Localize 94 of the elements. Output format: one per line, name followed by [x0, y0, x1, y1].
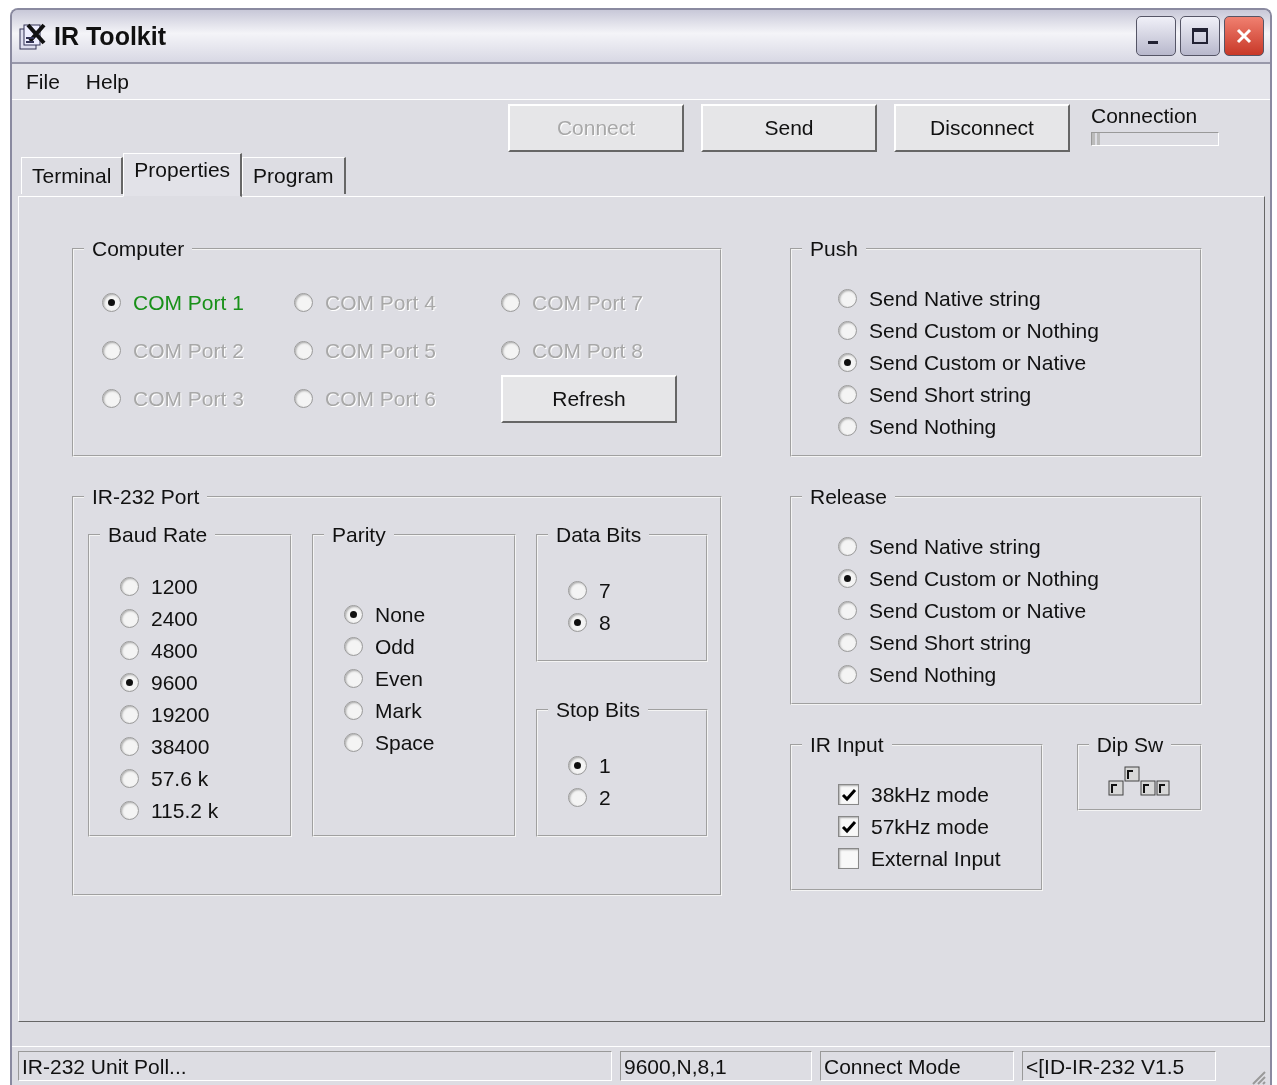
- group-title: Computer: [91, 236, 186, 261]
- tab[interactable]: Properties: [123, 152, 243, 197]
- radio-option[interactable]: 9600: [120, 666, 290, 699]
- radio-option[interactable]: Send Custom or Nothing: [838, 314, 1200, 347]
- radio-option[interactable]: Send Custom or Native: [838, 346, 1200, 379]
- group-title: Release: [809, 484, 889, 509]
- tab[interactable]: Program: [242, 156, 346, 194]
- menu-item[interactable]: Help: [83, 67, 132, 96]
- group-title: IR-232 Port: [91, 484, 201, 509]
- menu-item[interactable]: File: [24, 67, 62, 96]
- radio-icon[interactable]: [838, 321, 857, 341]
- radio-icon[interactable]: [838, 353, 857, 373]
- radio-icon[interactable]: [838, 417, 857, 437]
- maximize-icon: [1191, 27, 1209, 46]
- radio-icon[interactable]: [838, 537, 857, 557]
- radio-option[interactable]: 19200: [120, 698, 290, 731]
- status-panel: Connect Mode: [820, 1050, 1014, 1081]
- close-icon: [1235, 27, 1253, 46]
- checkbox-option[interactable]: 38kHz mode: [838, 778, 1041, 811]
- toolbar-button[interactable]: Send: [701, 103, 877, 152]
- check-icon: [840, 818, 857, 835]
- radio-option[interactable]: Odd: [344, 630, 514, 663]
- checkbox[interactable]: [838, 816, 859, 838]
- radio-icon[interactable]: [344, 605, 363, 625]
- radio-icon[interactable]: [838, 665, 857, 685]
- radio-option[interactable]: 115.2 k: [120, 794, 290, 827]
- status-panel: <[ID-IR-232 V1.5: [1022, 1050, 1216, 1081]
- radio-icon[interactable]: [120, 577, 139, 597]
- checkbox[interactable]: [838, 784, 859, 806]
- status-panel: IR-232 Unit Poll...: [18, 1050, 612, 1081]
- radio-icon[interactable]: [120, 801, 139, 821]
- minimize-button[interactable]: [1136, 16, 1176, 57]
- radio-option[interactable]: 2: [568, 781, 706, 814]
- radio-icon[interactable]: [344, 637, 363, 657]
- maximize-button[interactable]: [1180, 16, 1220, 57]
- radio-option[interactable]: 2400: [120, 602, 290, 635]
- group-title: Stop Bits: [555, 697, 642, 722]
- radio-icon[interactable]: [568, 613, 587, 633]
- radio-option[interactable]: Send Nothing: [838, 658, 1200, 691]
- checkbox[interactable]: [838, 848, 859, 870]
- connection-label: Connection: [1091, 103, 1199, 128]
- radio-icon[interactable]: [838, 633, 857, 653]
- status-panel: 9600,N,8,1: [620, 1050, 812, 1081]
- radio-icon[interactable]: [344, 669, 363, 689]
- app-icon: [18, 21, 48, 52]
- radio-icon[interactable]: [568, 788, 587, 808]
- checkbox-option[interactable]: 57kHz mode: [838, 810, 1041, 843]
- radio-option[interactable]: Send Native string: [838, 530, 1200, 563]
- radio-icon[interactable]: [838, 385, 857, 405]
- radio-option[interactable]: Send Short string: [838, 378, 1200, 411]
- radio-option[interactable]: 57.6 k: [120, 762, 290, 795]
- radio-option[interactable]: Send Nothing: [838, 410, 1200, 443]
- radio-icon[interactable]: [568, 581, 587, 601]
- group-title: Parity: [331, 522, 387, 547]
- group-title: Baud Rate: [107, 522, 209, 547]
- group-title: Push: [809, 236, 859, 261]
- radio-option[interactable]: Even: [344, 662, 514, 695]
- radio-option[interactable]: Send Native string: [838, 282, 1200, 315]
- checkbox-option[interactable]: External Input: [838, 842, 1041, 875]
- radio-option[interactable]: Send Custom or Nothing: [838, 562, 1200, 595]
- radio-icon[interactable]: [838, 289, 857, 309]
- radio-option[interactable]: 1200: [120, 570, 290, 603]
- window-title: IR Toolkit: [54, 21, 167, 51]
- refresh-button[interactable]: Refresh: [501, 374, 677, 423]
- radio-icon[interactable]: [102, 293, 121, 313]
- close-button[interactable]: [1224, 16, 1264, 57]
- radio-icon[interactable]: [344, 701, 363, 721]
- radio-option[interactable]: Send Custom or Native: [838, 594, 1200, 627]
- radio-icon[interactable]: [120, 737, 139, 757]
- radio-option[interactable]: Space: [344, 726, 514, 759]
- radio-icon[interactable]: [120, 705, 139, 725]
- check-icon: [840, 786, 857, 803]
- radio-icon[interactable]: [344, 733, 363, 753]
- radio-option[interactable]: 7: [568, 574, 706, 607]
- group-title: Data Bits: [555, 522, 643, 547]
- radio-option[interactable]: Mark: [344, 694, 514, 727]
- radio-option[interactable]: 8: [568, 606, 706, 639]
- radio-option[interactable]: 4800: [120, 634, 290, 667]
- radio-icon[interactable]: [568, 756, 587, 776]
- radio-icon[interactable]: [838, 569, 857, 589]
- group-title: Dip Sw: [1095, 732, 1165, 757]
- radio-option[interactable]: 1: [568, 749, 706, 782]
- radio-icon[interactable]: [838, 601, 857, 621]
- minimize-icon: [1148, 40, 1158, 44]
- radio-icon[interactable]: [120, 641, 139, 661]
- tab[interactable]: Terminal: [21, 156, 124, 194]
- radio-option[interactable]: Send Short string: [838, 626, 1200, 659]
- toolbar-button[interactable]: Disconnect: [894, 103, 1070, 152]
- radio-icon[interactable]: [120, 769, 139, 789]
- radio-icon[interactable]: [120, 673, 139, 693]
- radio-option[interactable]: 38400: [120, 730, 290, 763]
- radio-option[interactable]: None: [344, 598, 514, 631]
- radio-icon[interactable]: [120, 609, 139, 629]
- group-title: IR Input: [809, 732, 885, 757]
